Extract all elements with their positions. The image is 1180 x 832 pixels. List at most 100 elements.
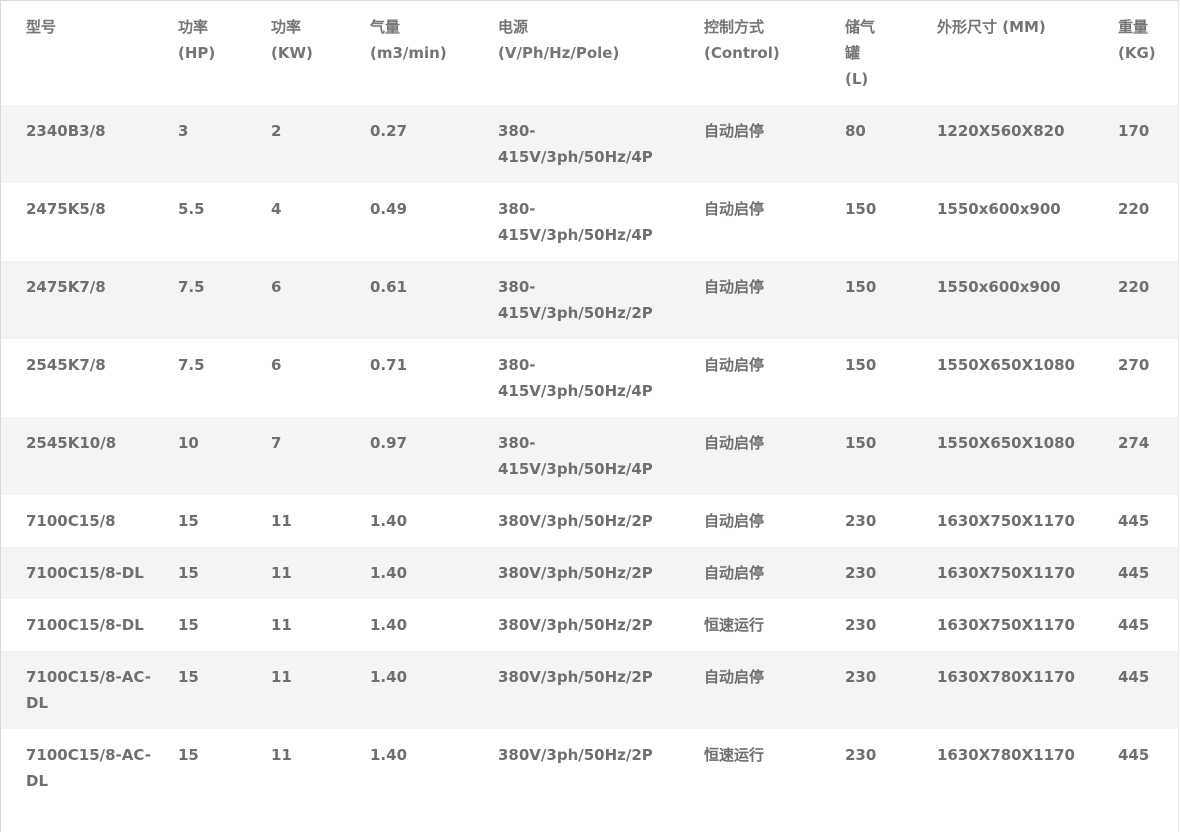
cell-weight: 274 <box>1118 434 1150 452</box>
cell-dimensions: 1550X650X1080 <box>937 356 1075 374</box>
cell-air-flow: 0.97 <box>370 434 408 452</box>
cell-tank: 150 <box>845 356 877 374</box>
cell-power-kw: 11 <box>271 512 292 530</box>
cell-control: 恒速运行 <box>704 616 765 634</box>
header-power-supply: 电源 (V/Ph/Hz/Pole) <box>498 18 620 62</box>
cell-weight: 445 <box>1118 564 1150 582</box>
header-power-kw: 功率 (KW) <box>271 18 313 62</box>
cell-tank: 230 <box>845 616 877 634</box>
cell-power-hp: 15 <box>178 746 199 764</box>
cell-tank: 150 <box>845 200 877 218</box>
table-body: 2340B3/8 3 2 0.27 380-415V/3ph/50Hz/4P 自动启停 80… <box>1 105 1178 807</box>
cell-dimensions: 1630X750X1170 <box>937 564 1075 582</box>
cell-dimensions: 1550x600x900 <box>937 200 1061 218</box>
cell-model: 2545K10/8 <box>26 434 117 452</box>
cell-power-kw: 11 <box>271 668 292 686</box>
cell-weight: 445 <box>1118 746 1150 764</box>
cell-air-flow: 0.49 <box>370 200 408 218</box>
cell-power-supply: 380V/3ph/50Hz/2P <box>498 564 653 582</box>
table-row: 2545K10/8 10 7 0.97 380-415V/3ph/50Hz/4P 自动启停… <box>1 417 1178 495</box>
cell-air-flow: 0.27 <box>370 122 408 140</box>
table-row: 7100C15/8-AC-DL 15 11 1.40 380V/3ph/50Hz/2P 自… <box>1 651 1178 729</box>
cell-power-hp: 3 <box>178 122 189 140</box>
cell-power-hp: 15 <box>178 616 199 634</box>
cell-model: 2475K7/8 <box>26 278 106 296</box>
cell-control: 自动启停 <box>704 668 765 686</box>
cell-power-supply: 380-415V/3ph/50Hz/2P <box>498 278 653 322</box>
cell-air-flow: 1.40 <box>370 668 408 686</box>
cell-air-flow: 1.40 <box>370 616 408 634</box>
compressor-spec-table: 型号 功率 (HP) 功率 (KW) 气量 (m3/min) 电源 (V/Ph/Hz/P… <box>1 1 1178 807</box>
cell-power-kw: 6 <box>271 278 282 296</box>
header-weight: 重量 (KG) <box>1118 18 1156 62</box>
cell-dimensions: 1630X780X1170 <box>937 668 1075 686</box>
cell-weight: 270 <box>1118 356 1150 374</box>
cell-control: 自动启停 <box>704 512 765 530</box>
cell-dimensions: 1220X560X820 <box>937 122 1065 140</box>
cell-model: 2340B3/8 <box>26 122 106 140</box>
cell-model: 2475K5/8 <box>26 200 106 218</box>
cell-model: 7100C15/8-AC-DL <box>26 668 151 712</box>
cell-power-kw: 11 <box>271 564 292 582</box>
cell-power-hp: 10 <box>178 434 199 452</box>
table-row: 7100C15/8-DL 15 11 1.40 380V/3ph/50Hz/2P 自动启停… <box>1 547 1178 599</box>
cell-control: 自动启停 <box>704 200 765 218</box>
cell-model: 2545K7/8 <box>26 356 106 374</box>
cell-power-supply: 380-415V/3ph/50Hz/4P <box>498 200 653 244</box>
cell-power-kw: 11 <box>271 616 292 634</box>
cell-air-flow: 1.40 <box>370 746 408 764</box>
header-dimensions: 外形尺寸 (MM) <box>937 18 1046 36</box>
cell-power-kw: 6 <box>271 356 282 374</box>
cell-power-hp: 5.5 <box>178 200 205 218</box>
cell-power-supply: 380V/3ph/50Hz/2P <box>498 512 653 530</box>
cell-dimensions: 1630X750X1170 <box>937 616 1075 634</box>
table-row: 7100C15/8-DL 15 11 1.40 380V/3ph/50Hz/2P 恒速运行… <box>1 599 1178 651</box>
cell-tank: 80 <box>845 122 866 140</box>
cell-power-hp: 15 <box>178 512 199 530</box>
table-row: 2475K5/8 5.5 4 0.49 380-415V/3ph/50Hz/4P 自动启停… <box>1 183 1178 261</box>
table-row: 2340B3/8 3 2 0.27 380-415V/3ph/50Hz/4P 自动启停 80… <box>1 105 1178 183</box>
cell-air-flow: 0.61 <box>370 278 408 296</box>
cell-model: 7100C15/8-AC-DL <box>26 746 151 790</box>
cell-power-supply: 380-415V/3ph/50Hz/4P <box>498 356 653 400</box>
cell-dimensions: 1550x600x900 <box>937 278 1061 296</box>
header-row: 型号 功率 (HP) 功率 (KW) 气量 (m3/min) 电源 (V/Ph/Hz/P… <box>1 1 1178 105</box>
cell-power-supply: 380V/3ph/50Hz/2P <box>498 746 653 764</box>
cell-control: 恒速运行 <box>704 746 765 764</box>
table-row: 7100C15/8 15 11 1.40 380V/3ph/50Hz/2P 自动启停 230… <box>1 495 1178 547</box>
cell-dimensions: 1630X750X1170 <box>937 512 1075 530</box>
table-header: 型号 功率 (HP) 功率 (KW) 气量 (m3/min) 电源 (V/Ph/Hz/P… <box>1 1 1178 105</box>
table-row: 7100C15/8-AC-DL 15 11 1.40 380V/3ph/50Hz/2P 恒… <box>1 729 1178 807</box>
cell-tank: 230 <box>845 668 877 686</box>
header-tank: 储气罐 (L) <box>845 18 876 88</box>
header-air-flow: 气量 (m3/min) <box>370 18 447 62</box>
cell-control: 自动启停 <box>704 356 765 374</box>
cell-power-kw: 2 <box>271 122 282 140</box>
cell-power-supply: 380V/3ph/50Hz/2P <box>498 668 653 686</box>
cell-air-flow: 1.40 <box>370 564 408 582</box>
cell-air-flow: 0.71 <box>370 356 408 374</box>
cell-weight: 220 <box>1118 200 1150 218</box>
cell-control: 自动启停 <box>704 278 765 296</box>
cell-tank: 230 <box>845 512 877 530</box>
cell-power-supply: 380-415V/3ph/50Hz/4P <box>498 122 653 166</box>
cell-model: 7100C15/8-DL <box>26 616 144 634</box>
cell-tank: 230 <box>845 564 877 582</box>
cell-control: 自动启停 <box>704 434 765 452</box>
cell-tank: 150 <box>845 278 877 296</box>
cell-power-kw: 4 <box>271 200 282 218</box>
cell-weight: 445 <box>1118 668 1150 686</box>
cell-dimensions: 1550X650X1080 <box>937 434 1075 452</box>
cell-air-flow: 1.40 <box>370 512 408 530</box>
cell-weight: 445 <box>1118 616 1150 634</box>
cell-power-kw: 11 <box>271 746 292 764</box>
cell-power-hp: 7.5 <box>178 278 205 296</box>
spec-table-container: 型号 功率 (HP) 功率 (KW) 气量 (m3/min) 电源 (V/Ph/Hz/P… <box>0 0 1179 832</box>
table-row: 2545K7/8 7.5 6 0.71 380-415V/3ph/50Hz/4P 自动启停… <box>1 339 1178 417</box>
cell-power-supply: 380-415V/3ph/50Hz/4P <box>498 434 653 478</box>
cell-weight: 170 <box>1118 122 1150 140</box>
cell-power-supply: 380V/3ph/50Hz/2P <box>498 616 653 634</box>
cell-weight: 445 <box>1118 512 1150 530</box>
cell-power-hp: 7.5 <box>178 356 205 374</box>
header-power-hp: 功率 (HP) <box>178 18 216 62</box>
